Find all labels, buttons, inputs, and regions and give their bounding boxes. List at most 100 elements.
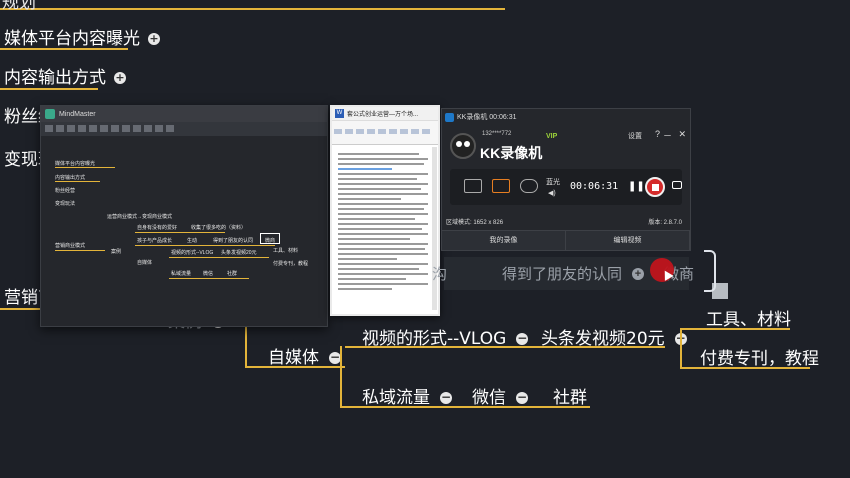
mini-node[interactable]: 自媒体 [137,259,152,266]
mini-node[interactable]: 得到了朋友的认同 [213,237,253,244]
ribbon-icon[interactable] [411,129,419,134]
node-self-media[interactable]: 自媒体 − [268,343,341,368]
quality-label[interactable]: 蓝光 [546,177,560,187]
text-line [338,178,418,180]
tool-icon[interactable] [111,125,119,132]
mini-node[interactable]: 媒体平台内容曝光 [55,160,95,167]
text-line [338,163,424,165]
text-line [338,208,425,210]
ribbon-icon[interactable] [345,129,353,134]
text-line [338,213,428,215]
mindmaster-canvas[interactable]: 媒体平台内容曝光 内容输出方式 粉丝经营 变现玩法 营销商业模式 运营商业模式→… [41,136,327,326]
tab-my-recordings[interactable]: 我的录像 [442,230,566,250]
mini-node[interactable]: 内容输出方式 [55,174,85,181]
node-paid[interactable]: 付费专刊，教程 [700,344,819,369]
mini-node[interactable]: 私域流量 [171,270,191,277]
mini-node[interactable]: 生动 [187,237,197,244]
mini-node[interactable]: 微信 [203,270,213,277]
mini-node[interactable]: 付费专刊，教程 [273,260,308,267]
close-button[interactable]: ✕ [678,129,686,140]
tool-icon[interactable] [89,125,97,132]
text-line [338,218,415,220]
ribbon-icon[interactable] [400,129,408,134]
kk-brand: KK录像机 [480,145,543,161]
mini-node[interactable]: 营销商业模式 [55,242,85,249]
node-friend-recognition[interactable]: 得到了朋友的认同 [502,263,622,284]
text-line [338,263,428,265]
collapse-icon[interactable]: − [516,332,529,345]
expand-icon[interactable]: + [148,33,160,45]
collapse-icon[interactable]: − [516,391,528,404]
kk-tabs: 我的录像 编辑视频 [442,230,690,250]
tool-icon[interactable] [155,125,163,132]
mini-node[interactable]: 社群 [227,270,237,277]
ribbon-icon[interactable] [378,129,386,134]
kk-recorder-window[interactable]: KK录像机 00:06:31 132****772 VIP KK录像机 设置 ?… [441,108,691,251]
minimize-button[interactable]: － [663,129,672,142]
mini-node[interactable]: 自身有没有的爱好 [137,224,177,231]
tool-icon[interactable] [166,125,174,132]
stop-record-button[interactable] [645,177,665,197]
document-ribbon[interactable] [332,121,438,145]
kk-user[interactable]: 132****772 [482,131,511,137]
tool-icon[interactable] [122,125,130,132]
mindmaster-window[interactable]: MindMaster 媒体平台内容曝光 内容输出方式 粉丝经营 变现玩法 营销商… [40,105,328,327]
document-scrollbar[interactable] [432,147,437,310]
mini-node[interactable]: 工具、材料 [273,247,298,254]
kk-titlebar[interactable]: KK录像机 00:06:31 [442,109,690,125]
selection-handle[interactable] [712,283,728,299]
help-button[interactable]: ? [655,129,660,139]
tool-icon[interactable] [78,125,86,132]
tool-icon[interactable] [45,125,53,132]
mini-node[interactable]: 粉丝经营 [55,187,75,194]
mindmaster-titlebar[interactable]: MindMaster [41,106,327,122]
node-media-exposure[interactable]: 媒体平台内容曝光 + [4,24,160,49]
document-titlebar[interactable]: W 套公式创业运营—万个场... [332,107,438,121]
tool-icon[interactable] [100,125,108,132]
collapse-icon[interactable]: − [440,391,452,404]
node-wechat[interactable]: 微信 − [472,383,528,408]
settings-button[interactable]: 设置 [628,131,642,141]
screen-mode-icon[interactable] [464,179,482,193]
ribbon-icon[interactable] [367,129,375,134]
game-mode-icon[interactable] [520,179,538,193]
mini-node[interactable]: 视频的形式--VLOG [171,249,213,256]
node-community[interactable]: 社群 [553,383,587,408]
mini-node[interactable]: 案例 [111,248,121,255]
mindmaster-toolbar[interactable] [41,122,327,136]
expand-icon[interactable]: + [632,268,644,280]
node-content-output[interactable]: 内容输出方式 + [4,63,126,88]
tool-icon[interactable] [67,125,75,132]
text-line [338,233,428,235]
pause-icon[interactable]: ❚❚ [628,181,645,192]
camera-icon[interactable] [672,181,682,189]
region-mode-icon[interactable] [492,179,510,193]
node-tools[interactable]: 工具、材料 [706,305,791,330]
node-toutiao[interactable]: 头条发视频20元− [541,324,687,349]
tab-edit-video[interactable]: 编辑视频 [566,230,690,250]
expand-icon[interactable]: + [114,72,126,84]
mini-node[interactable]: 运营商业模式→变现商业模式 [107,213,172,220]
tool-icon[interactable] [56,125,64,132]
vip-badge[interactable]: VIP [546,133,557,140]
speaker-icon[interactable]: ◀) [548,189,556,197]
text-line [338,238,410,240]
node-wechat-label: 微信 [472,388,506,408]
document-page[interactable] [338,153,428,306]
text-line [338,268,419,270]
ribbon-icon[interactable] [422,129,430,134]
ribbon-icon[interactable] [389,129,397,134]
ribbon-icon[interactable] [334,129,342,134]
node-private-traffic[interactable]: 私域流量 − [362,383,452,408]
node-toutiao-label: 头条发视频20元 [541,329,665,349]
mini-node[interactable]: 头条发视频20元 [221,249,257,256]
mini-node[interactable]: 变现玩法 [55,200,75,207]
tool-icon[interactable] [133,125,141,132]
tool-icon[interactable] [144,125,152,132]
branch-underline [0,88,98,90]
mini-node[interactable]: 收集了很多吃的（资料） [191,224,246,231]
ribbon-icon[interactable] [356,129,364,134]
mini-node[interactable]: 孩子与产品成长 [137,237,172,244]
document-window[interactable]: W 套公式创业运营—万个场... [330,105,440,316]
mini-selected-box [260,233,280,244]
